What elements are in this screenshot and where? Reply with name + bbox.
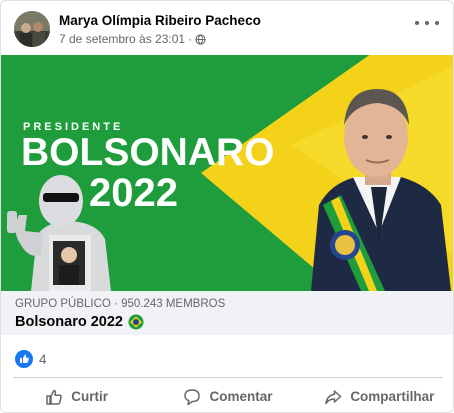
group-name-row: Bolsonaro 2022 — [15, 314, 144, 330]
comment-label: Comentar — [209, 389, 273, 404]
more-options-icon[interactable] — [415, 15, 439, 31]
actions-divider — [13, 377, 443, 378]
brazil-flag-icon — [128, 314, 144, 330]
post-card: Marya Olímpia Ribeiro Pacheco 7 de setem… — [0, 0, 454, 413]
post-banner-image[interactable]: PRESIDENTE BOLSONARO 2022 — [1, 55, 453, 291]
like-reaction-icon — [15, 350, 33, 368]
globe-icon — [195, 33, 206, 45]
post-timestamp[interactable]: 7 de setembro às 23:01 — [59, 32, 185, 46]
like-label: Curtir — [71, 389, 109, 404]
group-info[interactable]: GRUPO PÚBLICO · 950.243 MEMBROS Bolsonar… — [1, 291, 453, 335]
post-meta: 7 de setembro às 23:01 · — [59, 32, 206, 46]
meta-separator: · — [188, 32, 193, 46]
reaction-count: 4 — [39, 351, 47, 367]
comment-button[interactable]: Comentar — [152, 379, 303, 412]
banner-title-year: 2022 — [89, 171, 178, 215]
group-name[interactable]: Bolsonaro 2022 — [15, 314, 123, 330]
share-button[interactable]: Compartilhar — [304, 379, 453, 412]
post-actions: Curtir Comentar Compartilhar — [1, 379, 453, 412]
post-header: Marya Olímpia Ribeiro Pacheco 7 de setem… — [1, 1, 453, 53]
author-avatar[interactable] — [14, 11, 50, 47]
reactions-summary[interactable]: 4 — [15, 349, 47, 369]
thumbs-up-icon — [46, 389, 63, 405]
comment-icon — [184, 388, 201, 405]
banner-title-name: BOLSONARO — [21, 131, 275, 174]
post-author-name[interactable]: Marya Olímpia Ribeiro Pacheco — [59, 13, 261, 28]
share-icon — [325, 389, 342, 404]
share-label: Compartilhar — [350, 389, 435, 404]
group-meta: GRUPO PÚBLICO · 950.243 MEMBROS — [15, 298, 226, 310]
like-button[interactable]: Curtir — [1, 379, 152, 412]
